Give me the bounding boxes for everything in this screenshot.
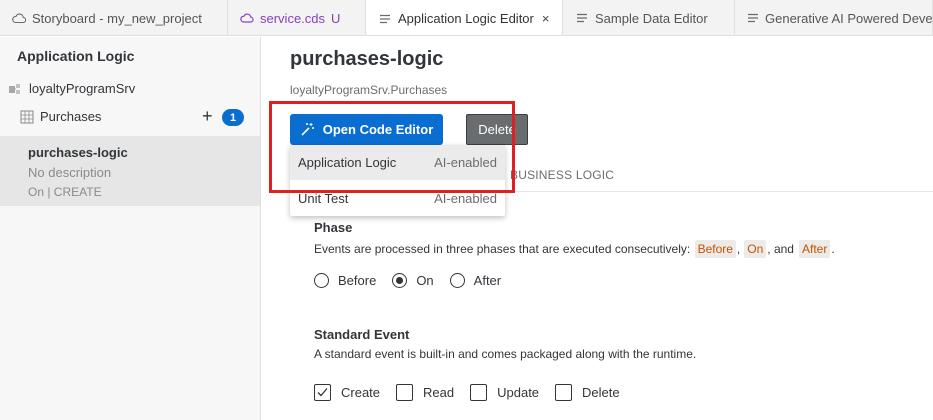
modified-marker: U <box>331 10 341 26</box>
radio-circle[interactable] <box>314 273 329 288</box>
radio-label: On <box>416 273 434 288</box>
tab-application-logic-editor[interactable]: Application Logic Editor × <box>366 0 563 35</box>
tab-business-logic[interactable]: BUSINESS LOGIC <box>510 168 614 182</box>
table-icon <box>20 110 34 124</box>
checkbox-read[interactable]: Read <box>396 384 454 401</box>
phase-desc-sep: , and <box>767 242 794 256</box>
checkbox-delete[interactable]: Delete <box>555 384 620 401</box>
radio-label: Before <box>338 273 377 288</box>
sidebar-entity-purchases[interactable]: Purchases + 1 <box>20 106 250 127</box>
tab-service-cds[interactable]: service.cds U <box>228 0 366 35</box>
service-label: loyaltyProgramSrv <box>29 81 136 96</box>
radio-on[interactable]: On <box>392 273 434 288</box>
checkmark-icon <box>317 388 328 397</box>
tab-label: service.cds <box>260 10 326 26</box>
phase-desc-text: Events are processed in three phases tha… <box>314 242 694 256</box>
phase-heading: Phase <box>314 220 353 235</box>
tab-label: Sample Data Editor <box>595 10 708 26</box>
ai-enabled-badge: AI-enabled <box>434 191 497 206</box>
file-lines-icon <box>575 11 589 25</box>
logic-count-badge: 1 <box>222 109 244 126</box>
file-lines-icon <box>378 12 392 26</box>
radio-selected-dot <box>396 277 404 284</box>
item-description: No description <box>28 165 112 180</box>
checkbox-box[interactable] <box>470 384 488 401</box>
main-panel: purchases-logic loyaltyProgramSrv.Purcha… <box>262 37 933 420</box>
cds-icon <box>240 11 254 25</box>
dropdown-item-label: Unit Test <box>298 191 349 206</box>
checkbox-box[interactable] <box>396 384 414 401</box>
sidebar: Application Logic loyaltyProgramSrv Purc… <box>0 37 261 420</box>
checkbox-label: Delete <box>582 385 620 400</box>
checkbox-box[interactable] <box>314 384 331 401</box>
phase-desc-end: . <box>831 242 835 256</box>
annotation-highlight-box <box>269 101 515 193</box>
checkbox-update[interactable]: Update <box>470 384 539 401</box>
checkbox-box[interactable] <box>555 384 573 401</box>
radio-label: After <box>473 273 502 288</box>
checkbox-label: Update <box>497 385 540 400</box>
standard-event-heading: Standard Event <box>314 327 410 342</box>
chip-before: Before <box>694 240 736 258</box>
chip-after: After <box>798 240 831 258</box>
radio-circle[interactable] <box>449 273 465 288</box>
sidebar-service[interactable]: loyaltyProgramSrv <box>8 81 135 96</box>
sidebar-title: Application Logic <box>17 48 135 64</box>
add-logic-button[interactable]: + <box>202 106 213 127</box>
phase-description: Events are processed in three phases tha… <box>314 240 835 258</box>
checkbox-create[interactable]: Create <box>314 384 380 401</box>
item-name: purchases-logic <box>28 145 128 160</box>
service-icon <box>8 82 24 96</box>
tab-storyboard[interactable]: Storyboard - my_new_project <box>0 0 228 35</box>
editor-tab-bar: Storyboard - my_new_project service.cds … <box>0 0 933 36</box>
sidebar-item-purchases-logic[interactable]: purchases-logic No description On | CREA… <box>0 136 260 206</box>
entity-label: Purchases <box>40 109 102 124</box>
phase-radio-group: Before On After <box>314 273 517 288</box>
tab-label: Application Logic Editor <box>398 11 534 26</box>
standard-event-description: A standard event is built-in and comes p… <box>314 347 697 361</box>
tab-generative-ai[interactable]: Generative AI Powered Develo <box>735 0 933 35</box>
chip-on: On <box>744 240 767 258</box>
item-meta: On | CREATE <box>28 185 102 199</box>
checkbox-label: Create <box>341 385 381 400</box>
page-subtitle: loyaltyProgramSrv.Purchases <box>290 83 448 97</box>
radio-before[interactable]: Before <box>314 273 376 288</box>
checkbox-label: Read <box>423 385 455 400</box>
tab-label: Storyboard - my_new_project <box>32 10 202 26</box>
tab-sample-data-editor[interactable]: Sample Data Editor <box>563 0 735 35</box>
cloud-icon <box>12 11 26 25</box>
standard-event-checkboxes: Create Read Update Delete <box>314 384 636 401</box>
tab-label: Generative AI Powered Develo <box>765 10 933 26</box>
radio-after[interactable]: After <box>449 273 502 288</box>
page-title: purchases-logic <box>290 48 444 70</box>
file-lines-icon <box>747 11 759 25</box>
close-icon[interactable]: × <box>542 11 550 26</box>
phase-desc-sep: , <box>736 242 741 256</box>
radio-circle[interactable] <box>392 273 408 288</box>
